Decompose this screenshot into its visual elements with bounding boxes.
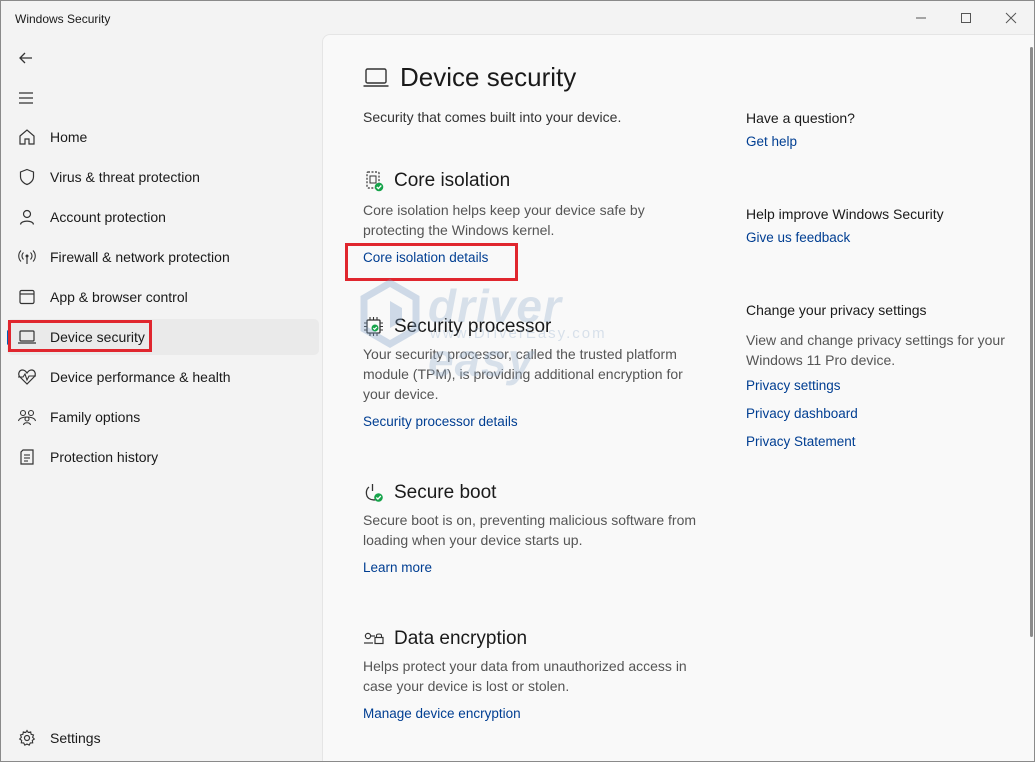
family-icon <box>17 407 37 427</box>
shield-icon <box>17 167 37 187</box>
scrollbar[interactable] <box>1030 47 1033 637</box>
sidebar-item-device-performance[interactable]: Device performance & health <box>7 359 319 395</box>
privacy-settings-link[interactable]: Privacy settings <box>746 378 1006 398</box>
get-help-link[interactable]: Get help <box>746 134 1006 154</box>
section-title: Core isolation <box>394 170 511 191</box>
privacy-statement-link[interactable]: Privacy Statement <box>746 434 1006 454</box>
help-panel: Have a question? Get help <box>746 110 1006 154</box>
windows-security-window: Windows Security Home Virus & threat pro <box>0 0 1035 762</box>
section-security-processor: Security processor Your security process… <box>363 314 703 431</box>
section-description: Your security processor, called the trus… <box>363 346 683 402</box>
section-title: Secure boot <box>394 482 497 503</box>
app-title: Windows Security <box>15 12 111 26</box>
close-button[interactable] <box>996 7 1026 29</box>
improve-title: Help improve Windows Security <box>746 206 944 222</box>
processor-chip-icon <box>363 316 385 338</box>
section-description: Helps protect your data from unauthorize… <box>363 658 687 694</box>
improve-panel: Help improve Windows Security Give us fe… <box>746 206 1006 250</box>
title-bar: Windows Security <box>1 1 1034 35</box>
section-title: Data encryption <box>394 628 528 649</box>
maximize-button[interactable] <box>951 7 981 29</box>
sidebar-item-label: Account protection <box>50 209 166 225</box>
sidebar-item-account[interactable]: Account protection <box>7 199 319 235</box>
sidebar-item-history[interactable]: Protection history <box>7 439 319 475</box>
browser-window-icon <box>17 287 37 307</box>
section-description: Secure boot is on, preventing malicious … <box>363 512 697 548</box>
privacy-panel: Change your privacy settings View and ch… <box>746 302 1006 454</box>
sidebar-item-label: App & browser control <box>50 289 188 305</box>
power-check-icon <box>363 482 385 504</box>
sidebar-item-firewall[interactable]: Firewall & network protection <box>7 239 319 275</box>
sidebar-item-label: Family options <box>50 409 141 425</box>
sidebar-item-label: Firewall & network protection <box>50 249 230 265</box>
section-secure-boot: Secure boot Secure boot is on, preventin… <box>363 480 703 577</box>
sidebar-item-label: Virus & threat protection <box>50 169 200 185</box>
learn-more-link[interactable]: Learn more <box>363 560 432 575</box>
sidebar-item-label: Home <box>50 129 88 145</box>
security-processor-details-link[interactable]: Security processor details <box>363 414 518 429</box>
hamburger-menu-icon <box>19 92 33 104</box>
sidebar-item-home[interactable]: Home <box>7 119 319 155</box>
chip-check-icon <box>363 170 385 192</box>
sidebar-item-virus-threat[interactable]: Virus & threat protection <box>7 159 319 195</box>
sidebar-item-app-browser[interactable]: App & browser control <box>7 279 319 315</box>
main-content: Device security Security that comes buil… <box>322 34 1034 761</box>
menu-button[interactable] <box>11 86 41 110</box>
history-icon <box>17 447 37 467</box>
privacy-dashboard-link[interactable]: Privacy dashboard <box>746 406 1006 426</box>
sidebar-item-settings[interactable]: Settings <box>7 720 319 756</box>
heart-pulse-icon <box>17 367 37 387</box>
minimize-button[interactable] <box>906 7 936 29</box>
give-feedback-link[interactable]: Give us feedback <box>746 230 1006 250</box>
sidebar-item-label: Device performance & health <box>50 369 231 385</box>
sidebar-nav: Home Virus & threat protection Account p… <box>7 119 319 479</box>
close-icon <box>1005 12 1017 24</box>
section-description: Core isolation helps keep your device sa… <box>363 202 645 238</box>
privacy-title: Change your privacy settings <box>746 302 927 318</box>
manage-device-encryption-link[interactable]: Manage device encryption <box>363 706 521 721</box>
home-icon <box>17 127 37 147</box>
person-icon <box>17 207 37 227</box>
minimize-icon <box>916 17 926 19</box>
sidebar-item-family[interactable]: Family options <box>7 399 319 435</box>
back-button[interactable] <box>11 46 41 70</box>
page-title: Device security <box>400 62 577 92</box>
question-title: Have a question? <box>746 110 855 126</box>
privacy-description: View and change privacy settings for you… <box>746 332 1005 368</box>
section-data-encryption: Data encryption Helps protect your data … <box>363 626 703 723</box>
key-lock-icon <box>363 628 385 650</box>
settings-label: Settings <box>50 730 101 746</box>
sidebar-item-label: Protection history <box>50 449 159 465</box>
back-arrow-icon <box>19 52 32 64</box>
highlight-box <box>345 243 518 281</box>
section-title: Security processor <box>394 316 552 337</box>
page-subtitle: Security that comes built into your devi… <box>363 109 622 125</box>
wifi-antenna-icon <box>17 247 37 267</box>
laptop-icon <box>363 66 389 90</box>
gear-icon <box>17 728 37 748</box>
highlight-box <box>8 320 152 352</box>
page-header: Device security <box>363 62 576 93</box>
maximize-icon <box>961 13 971 23</box>
